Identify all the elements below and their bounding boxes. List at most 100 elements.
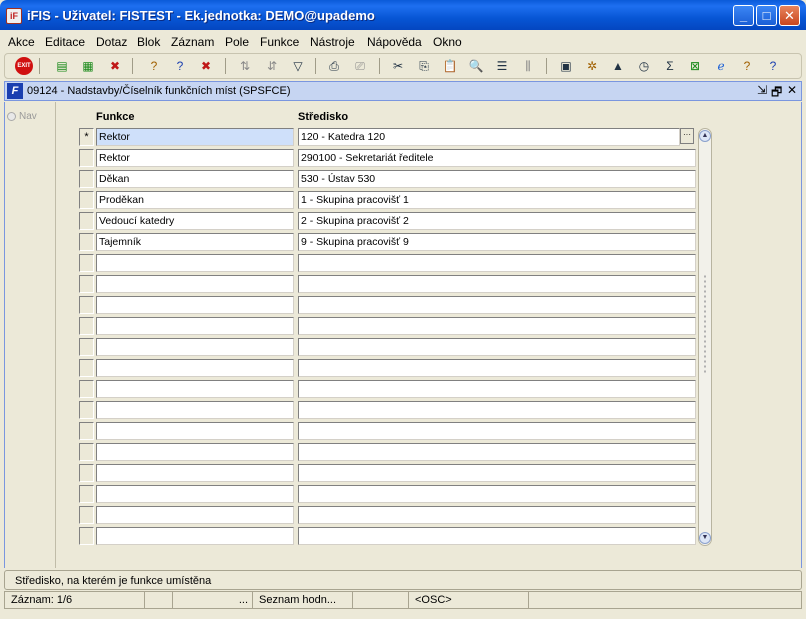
funkce-field[interactable]: Vedoucí katedry [96, 212, 294, 230]
scroll-up-icon[interactable]: ▲ [699, 130, 711, 142]
funkce-field[interactable] [96, 443, 294, 461]
enter-query-icon[interactable]: ? [145, 57, 163, 75]
minimize-button[interactable]: _ [733, 5, 754, 26]
paste-icon[interactable]: 📋 [441, 57, 459, 75]
cut-icon[interactable]: ✂ [389, 57, 407, 75]
stredisko-field[interactable]: 120 - Katedra 120 [298, 128, 680, 146]
funkce-field[interactable] [96, 401, 294, 419]
menu-zaznam[interactable]: Záznam [171, 35, 214, 49]
stredisko-field[interactable] [298, 380, 696, 398]
stredisko-field[interactable] [298, 359, 696, 377]
funkce-field[interactable] [96, 506, 294, 524]
form-title-bar[interactable]: F 09124 - Nadstavby/Číselník funkčních m… [4, 81, 802, 101]
columns-icon[interactable]: ⫼ [519, 57, 537, 75]
exit-icon[interactable]: EXIT [15, 57, 33, 75]
row-indicator[interactable] [79, 485, 94, 503]
stredisko-field[interactable] [298, 464, 696, 482]
help-icon[interactable]: ? [764, 57, 782, 75]
menu-editace[interactable]: Editace [45, 35, 85, 49]
funkce-field[interactable]: Rektor [96, 149, 294, 167]
funkce-field[interactable] [96, 275, 294, 293]
row-indicator[interactable] [79, 233, 94, 251]
row-indicator[interactable] [79, 380, 94, 398]
calculator-icon[interactable]: ▣ [557, 57, 575, 75]
execute-query-icon[interactable]: ? [171, 57, 189, 75]
stredisko-field[interactable] [298, 296, 696, 314]
row-indicator[interactable] [79, 527, 94, 545]
print-icon[interactable]: ⎙ [325, 57, 343, 75]
vertical-scrollbar[interactable]: ▲ ▼ [698, 128, 712, 546]
funkce-field[interactable]: Tajemník [96, 233, 294, 251]
row-indicator[interactable] [79, 149, 94, 167]
insert-record-icon[interactable]: ▤ [53, 57, 71, 75]
menu-dotaz[interactable]: Dotaz [96, 35, 127, 49]
stredisko-field[interactable] [298, 527, 696, 545]
copy-icon[interactable]: ⎘ [415, 57, 433, 75]
row-indicator[interactable] [79, 422, 94, 440]
stredisko-field[interactable] [298, 275, 696, 293]
funkce-field[interactable] [96, 527, 294, 545]
scroll-grip[interactable] [703, 274, 707, 374]
menu-napoveda[interactable]: Nápověda [367, 35, 422, 49]
print-preview-icon[interactable]: ⎚ [351, 57, 369, 75]
delete-record-icon[interactable]: ✖ [106, 57, 124, 75]
funkce-field[interactable] [96, 317, 294, 335]
row-indicator[interactable] [79, 317, 94, 335]
stredisko-field[interactable] [298, 338, 696, 356]
nav-option[interactable]: Nav [7, 111, 37, 122]
scroll-down-icon[interactable]: ▼ [699, 532, 711, 544]
menu-funkce[interactable]: Funkce [260, 35, 299, 49]
nav-radio-icon[interactable] [7, 111, 16, 121]
row-indicator[interactable] [79, 401, 94, 419]
funkce-field[interactable] [96, 254, 294, 272]
row-indicator[interactable] [79, 275, 94, 293]
stredisko-field[interactable] [298, 254, 696, 272]
duplicate-record-icon[interactable]: ▦ [79, 57, 97, 75]
form-restore-icon[interactable]: ⇲ [757, 83, 767, 97]
menu-nastroje[interactable]: Nástroje [310, 35, 355, 49]
row-indicator[interactable] [79, 443, 94, 461]
sort-descending-icon[interactable]: ⇵ [263, 57, 281, 75]
stredisko-field[interactable]: 1 - Skupina pracovišť 1 [298, 191, 696, 209]
navigate-icon[interactable]: ▲ [609, 57, 627, 75]
excel-icon[interactable]: ⊠ [686, 57, 704, 75]
row-indicator[interactable] [79, 359, 94, 377]
stredisko-field[interactable] [298, 401, 696, 419]
funkce-field[interactable] [96, 296, 294, 314]
list-of-values-button[interactable]: ··· [680, 128, 694, 144]
list-icon[interactable]: ☰ [493, 57, 511, 75]
stredisko-field[interactable] [298, 506, 696, 524]
menu-akce[interactable]: Akce [8, 35, 35, 49]
row-indicator[interactable] [79, 254, 94, 272]
row-indicator[interactable] [79, 296, 94, 314]
menu-blok[interactable]: Blok [137, 35, 160, 49]
funkce-field[interactable] [96, 485, 294, 503]
find-icon[interactable]: 🔍 [467, 57, 485, 75]
menu-okno[interactable]: Okno [433, 35, 462, 49]
row-indicator[interactable] [79, 191, 94, 209]
row-indicator[interactable] [79, 506, 94, 524]
stredisko-field[interactable] [298, 485, 696, 503]
row-indicator[interactable] [79, 170, 94, 188]
sort-ascending-icon[interactable]: ⇅ [236, 57, 254, 75]
funkce-field[interactable] [96, 464, 294, 482]
funkce-field[interactable] [96, 422, 294, 440]
filter-icon[interactable]: ▽ [289, 57, 307, 75]
clock-icon[interactable]: ◷ [635, 57, 653, 75]
form-close-icon[interactable]: ✕ [787, 83, 797, 97]
stredisko-field[interactable]: 9 - Skupina pracovišť 9 [298, 233, 696, 251]
settings-wheel-icon[interactable]: ✲ [583, 57, 601, 75]
row-indicator[interactable] [79, 212, 94, 230]
funkce-field[interactable]: Proděkan [96, 191, 294, 209]
funkce-field[interactable] [96, 338, 294, 356]
stredisko-field[interactable]: 290100 - Sekretariát ředitele [298, 149, 696, 167]
stredisko-field[interactable] [298, 422, 696, 440]
stredisko-field[interactable] [298, 317, 696, 335]
funkce-field[interactable] [96, 359, 294, 377]
cancel-query-icon[interactable]: ✖ [197, 57, 215, 75]
funkce-field[interactable]: Děkan [96, 170, 294, 188]
stredisko-field[interactable]: 530 - Ústav 530 [298, 170, 696, 188]
window-title-bar[interactable]: iF iFIS - Uživatel: FISTEST - Ek.jednotk… [0, 0, 806, 30]
web-icon[interactable]: ℯ [712, 57, 730, 75]
form-maximize-icon[interactable]: 🗗 [771, 83, 782, 104]
